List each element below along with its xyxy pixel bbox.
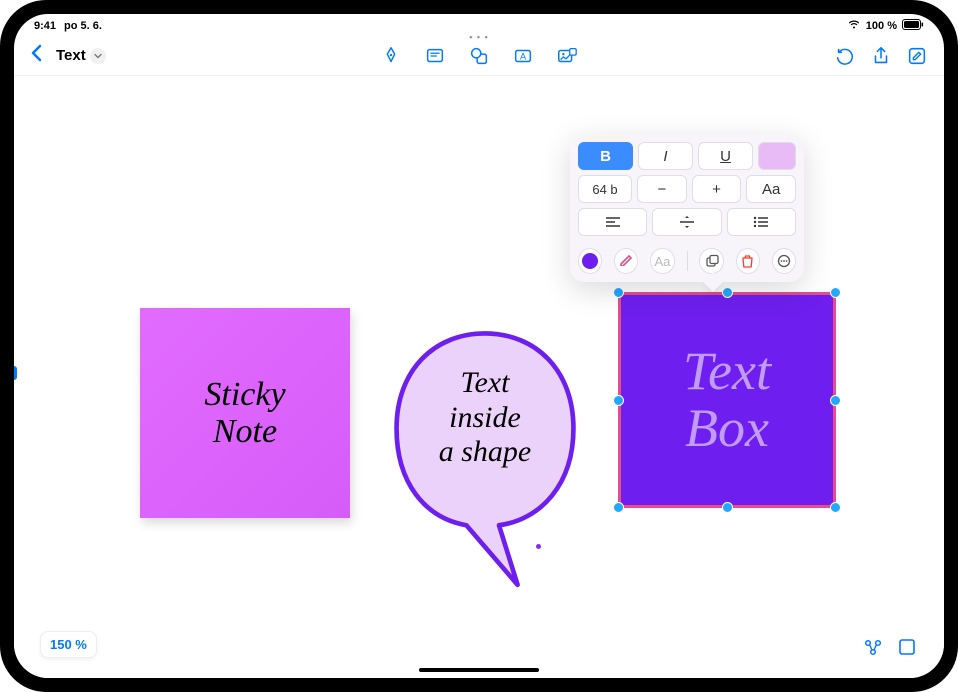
duplicate-button[interactable] <box>699 248 723 274</box>
document-title-button[interactable]: Text <box>56 47 106 64</box>
bold-button[interactable]: B <box>578 142 633 170</box>
canvas[interactable]: Sticky Note Text inside a shape Text Box <box>14 76 944 678</box>
battery-pct: 100 % <box>866 20 897 32</box>
selection-handle[interactable] <box>831 396 840 405</box>
fill-color-button[interactable] <box>578 248 602 274</box>
format-popover: B I U 64 b − + Aa <box>570 134 804 282</box>
selection-handle[interactable] <box>831 503 840 512</box>
notch-dots: • • • <box>469 32 488 42</box>
align-vertical-center-button[interactable] <box>652 208 721 236</box>
back-button[interactable] <box>30 44 42 67</box>
font-options-button[interactable]: Aa <box>746 175 796 203</box>
edit-button[interactable] <box>906 45 928 67</box>
speech-bubble-object[interactable]: Text inside a shape <box>380 326 590 596</box>
align-left-button[interactable] <box>578 208 647 236</box>
selection-handle[interactable] <box>723 288 732 297</box>
share-button[interactable] <box>870 45 892 67</box>
delete-button[interactable] <box>736 248 760 274</box>
selection-handle[interactable] <box>723 503 732 512</box>
undo-button[interactable] <box>834 45 856 67</box>
top-toolbar: Text A <box>14 36 944 76</box>
wifi-icon <box>847 19 861 33</box>
status-date: po 5. 6. <box>64 20 102 32</box>
stroke-color-button[interactable] <box>614 248 638 274</box>
list-button[interactable] <box>727 208 796 236</box>
anchor-dot <box>536 544 541 549</box>
side-indicator <box>14 366 17 380</box>
zoom-level-button[interactable]: 150 % <box>40 631 97 658</box>
battery-icon <box>902 19 924 33</box>
font-size-display[interactable]: 64 b <box>578 175 632 203</box>
more-options-button[interactable] <box>772 248 796 274</box>
home-indicator <box>419 668 539 672</box>
textbox-text: Text Box <box>683 343 771 456</box>
document-title: Text <box>56 47 86 64</box>
text-color-swatch[interactable] <box>758 142 796 170</box>
selection-handle[interactable] <box>614 396 623 405</box>
svg-text:A: A <box>520 51 527 61</box>
selection-handle[interactable] <box>831 288 840 297</box>
status-time: 9:41 <box>34 20 56 32</box>
font-size-increase-button[interactable]: + <box>692 175 742 203</box>
chevron-down-icon <box>90 48 106 64</box>
sticky-note-tool-button[interactable] <box>424 45 446 67</box>
italic-button[interactable]: I <box>638 142 693 170</box>
selection-handle[interactable] <box>614 503 623 512</box>
sticky-note-object[interactable]: Sticky Note <box>140 308 350 518</box>
sticky-note-text: Sticky Note <box>204 376 285 451</box>
status-bar: 9:41 po 5. 6. • • • 100 % <box>14 14 944 36</box>
textbox-tool-button[interactable]: A <box>512 45 534 67</box>
image-tool-button[interactable] <box>556 45 578 67</box>
pen-tool-button[interactable] <box>380 45 402 67</box>
speech-bubble-text: Text inside a shape <box>380 366 590 470</box>
textbox-object-selected[interactable]: Text Box <box>618 292 836 508</box>
font-size-decrease-button[interactable]: − <box>637 175 687 203</box>
minimap-icon[interactable] <box>896 636 918 658</box>
underline-button[interactable]: U <box>698 142 753 170</box>
selection-handle[interactable] <box>614 288 623 297</box>
shapes-tool-button[interactable] <box>468 45 490 67</box>
text-style-button[interactable]: Aa <box>650 248 674 274</box>
collaboration-icon[interactable] <box>862 636 884 658</box>
